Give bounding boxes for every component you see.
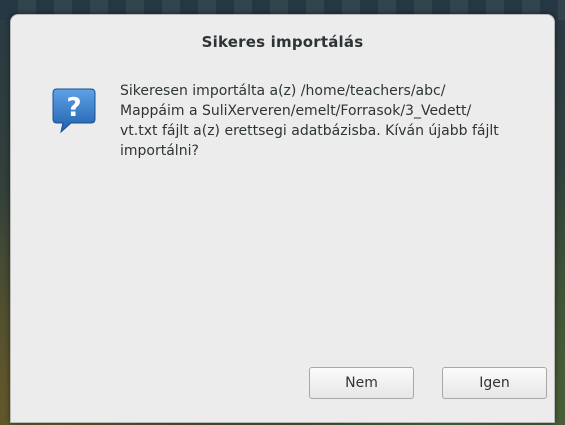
svg-text:?: ? bbox=[66, 93, 81, 123]
dialog-message: Sikeresen importálta a(z) /home/teachers… bbox=[120, 83, 499, 159]
import-success-dialog: Sikeres importálás ? Sikeresen importált… bbox=[10, 14, 555, 423]
yes-button[interactable]: Igen bbox=[442, 367, 547, 399]
dialog-title: Sikeres importálás bbox=[201, 33, 364, 51]
question-icon: ? bbox=[49, 85, 99, 135]
no-button[interactable]: Nem bbox=[309, 367, 414, 399]
